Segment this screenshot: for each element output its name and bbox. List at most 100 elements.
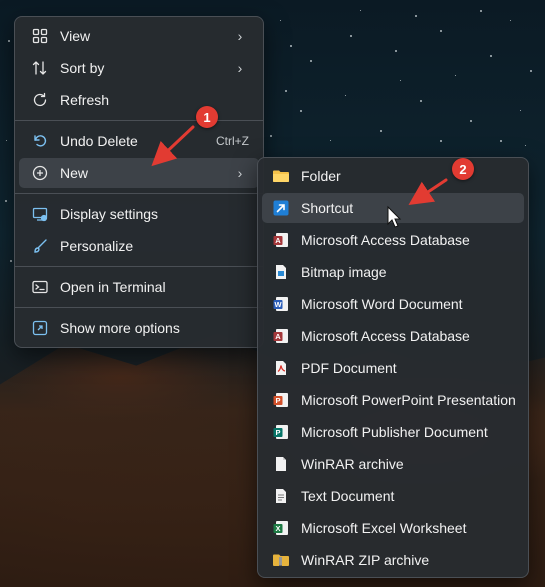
submenu-item-publisher-document[interactable]: P Microsoft Publisher Document (262, 417, 524, 447)
submenu-item-shortcut[interactable]: Shortcut (262, 193, 524, 223)
submenu-item-label: WinRAR ZIP archive (301, 552, 430, 568)
submenu-item-label: Microsoft Excel Worksheet (301, 520, 467, 536)
star (510, 20, 511, 21)
star (395, 50, 397, 52)
menu-separator (15, 307, 263, 308)
star (280, 20, 281, 21)
star (8, 40, 10, 42)
star (360, 10, 361, 11)
submenu-item-label: Microsoft PowerPoint Presentation (301, 392, 516, 408)
star (380, 130, 382, 132)
refresh-icon (31, 91, 49, 109)
star (440, 140, 442, 142)
menu-item-label: Undo Delete (60, 133, 138, 149)
menu-item-show-more-options[interactable]: Show more options (19, 313, 259, 343)
menu-item-undo-delete[interactable]: Undo Delete Ctrl+Z (19, 126, 259, 156)
access-icon: A (272, 231, 290, 249)
star (310, 60, 312, 62)
star (350, 35, 352, 37)
menu-item-label: View (60, 28, 91, 44)
bitmap-icon (272, 263, 290, 281)
shortcut-icon (272, 199, 290, 217)
submenu-item-powerpoint-presentation[interactable]: P Microsoft PowerPoint Presentation (262, 385, 524, 415)
submenu-item-bitmap-image[interactable]: Bitmap image (262, 257, 524, 287)
excel-icon: X (272, 519, 290, 537)
menu-item-view[interactable]: View › (19, 21, 259, 51)
star (455, 75, 456, 76)
star (270, 135, 272, 137)
shortcut-text: Ctrl+Z (216, 134, 249, 148)
star (10, 260, 12, 262)
star (480, 10, 482, 12)
svg-text:W: W (274, 300, 282, 309)
menu-separator (15, 193, 263, 194)
submenu-item-access-database[interactable]: A Microsoft Access Database (262, 225, 524, 255)
step-badge-1: 1 (196, 106, 218, 128)
star (520, 110, 521, 111)
svg-text:A: A (275, 236, 281, 245)
star (415, 15, 417, 17)
star (500, 140, 502, 142)
chevron-right-icon: › (237, 28, 243, 44)
submenu-item-label: Text Document (301, 488, 395, 504)
submenu-item-label: WinRAR archive (301, 456, 404, 472)
step-badge-2: 2 (452, 158, 474, 180)
submenu-item-excel-worksheet[interactable]: X Microsoft Excel Worksheet (262, 513, 524, 543)
undo-icon (31, 132, 49, 150)
menu-item-refresh[interactable]: Refresh (19, 85, 259, 115)
menu-item-open-in-terminal[interactable]: Open in Terminal (19, 272, 259, 302)
submenu-item-label: Microsoft Access Database (301, 328, 470, 344)
sort-icon (31, 59, 49, 77)
submenu-item-label: PDF Document (301, 360, 397, 376)
menu-item-label: New (60, 165, 89, 181)
brush-icon (31, 237, 49, 255)
menu-item-label: Sort by (60, 60, 105, 76)
submenu-item-folder[interactable]: Folder (262, 161, 524, 191)
submenu-item-winrar-zip-archive[interactable]: WinRAR ZIP archive (262, 545, 524, 575)
star (525, 145, 526, 146)
word-icon: W (272, 295, 290, 313)
menu-item-label: Open in Terminal (60, 279, 166, 295)
star (330, 140, 331, 141)
svg-text:X: X (275, 524, 280, 533)
menu-item-sort-by[interactable]: Sort by › (19, 53, 259, 83)
svg-text:P: P (275, 396, 280, 405)
winrar-zip-icon (272, 551, 290, 569)
star (6, 140, 7, 141)
submenu-item-access-database-2[interactable]: A Microsoft Access Database (262, 321, 524, 351)
pdf-icon (272, 359, 290, 377)
menu-item-display-settings[interactable]: Display settings (19, 199, 259, 229)
grid-icon (31, 27, 49, 45)
star (400, 80, 401, 81)
menu-item-label: Show more options (60, 320, 180, 336)
star (490, 55, 492, 57)
submenu-item-label: Folder (301, 168, 341, 184)
winrar-icon (272, 455, 290, 473)
submenu-item-winrar-archive[interactable]: WinRAR archive (262, 449, 524, 479)
submenu-item-pdf-document[interactable]: PDF Document (262, 353, 524, 383)
menu-item-label: Display settings (60, 206, 159, 222)
submenu-item-text-document[interactable]: Text Document (262, 481, 524, 511)
chevron-right-icon: › (237, 60, 243, 76)
new-submenu: Folder Shortcut A Microsoft Access Datab… (257, 157, 529, 578)
star (470, 120, 472, 122)
star (300, 110, 302, 112)
menu-item-personalize[interactable]: Personalize (19, 231, 259, 261)
share-options-icon (31, 319, 49, 337)
submenu-item-label: Microsoft Word Document (301, 296, 463, 312)
star (440, 30, 442, 32)
submenu-item-word-document[interactable]: W Microsoft Word Document (262, 289, 524, 319)
star (290, 45, 292, 47)
menu-item-new[interactable]: New › (19, 158, 259, 188)
access-icon: A (272, 327, 290, 345)
menu-item-label: Refresh (60, 92, 110, 108)
submenu-item-label: Microsoft Publisher Document (301, 424, 488, 440)
submenu-item-label: Bitmap image (301, 264, 387, 280)
publisher-icon: P (272, 423, 290, 441)
display-settings-icon (31, 205, 49, 223)
menu-separator (15, 120, 263, 121)
text-document-icon (272, 487, 290, 505)
powerpoint-icon: P (272, 391, 290, 409)
desktop-context-menu: View › Sort by › Refresh Undo Delete Ctr… (14, 16, 264, 348)
terminal-icon (31, 278, 49, 296)
